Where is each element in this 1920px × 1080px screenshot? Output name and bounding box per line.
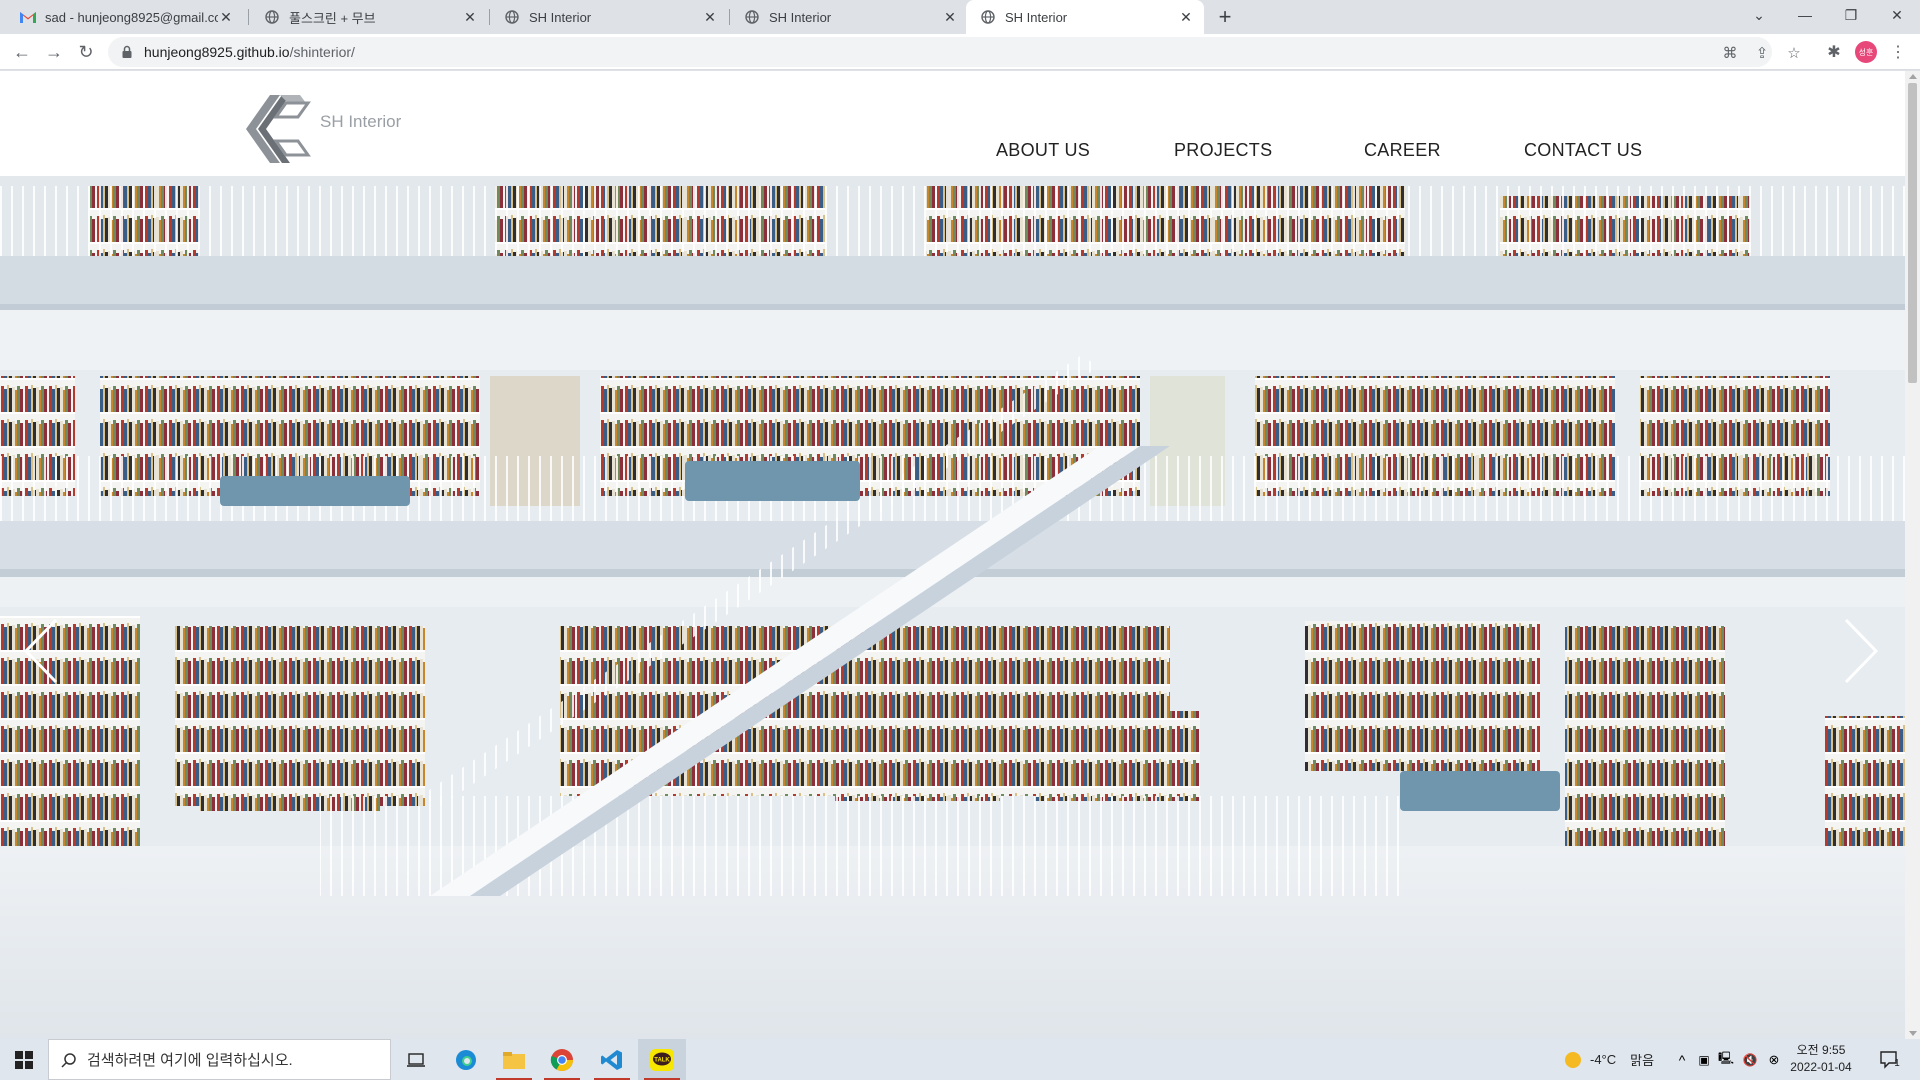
file-explorer-icon[interactable] [490,1039,538,1080]
globe-icon [264,9,280,25]
menu-kebab-icon[interactable]: ⋮ [1884,38,1912,66]
close-tab-icon[interactable]: ✕ [942,9,958,25]
edge-icon[interactable] [442,1039,490,1080]
tab-title: sad - hunjeong8925@gmail.com [45,9,218,25]
weather-widget[interactable]: -4°C 맑음 [1590,1039,1654,1080]
taskbar-clock[interactable]: 오전 9:55 2022-01-04 [1786,1042,1856,1076]
restore-button[interactable]: ❐ [1828,0,1874,30]
vscode-icon[interactable] [588,1039,636,1080]
kakaotalk-icon[interactable]: TALK [638,1039,686,1080]
url-host: hunjeong8925.github.io [144,44,290,60]
clock-date: 2022-01-04 [1790,1060,1852,1074]
scroll-up-icon[interactable] [1909,74,1917,79]
tab-fullscreen-move[interactable]: 풀스크린 + 무브 ✕ [250,0,488,34]
new-tab-button[interactable]: + [1212,4,1238,29]
reload-button[interactable]: ↻ [72,38,100,66]
tab-gmail[interactable]: sad - hunjeong8925@gmail.com ✕ [6,0,244,34]
windows-taskbar: 검색하려면 여기에 입력하십시오. TALK -4°C 맑음 ^ ▣ 🖳 🔇 ⊗… [0,1039,1920,1080]
translate-icon[interactable]: ⌘ [1721,44,1739,62]
task-view-icon[interactable] [392,1039,440,1080]
nav-about-us[interactable]: ABOUT US [996,140,1090,161]
tab-title: 풀스크린 + 무브 [289,10,376,26]
tab-strip: sad - hunjeong8925@gmail.com ✕ 풀스크린 + 무브… [0,0,1920,34]
ime-indicator-icon[interactable]: ⊗ [1764,1039,1784,1080]
weather-text: 맑음 [1630,1053,1655,1068]
library-atrium-photo [0,176,1905,1039]
taskbar-search-box[interactable]: 검색하려면 여기에 입력하십시오. [48,1039,391,1080]
globe-icon [744,9,760,25]
tab-sh-interior-2[interactable]: SH Interior ✕ [730,0,968,34]
network-icon[interactable]: 🖳 [1716,1039,1736,1080]
windows-start-icon[interactable] [0,1039,48,1080]
slider-prev-arrow-icon[interactable] [22,616,62,686]
bookmark-star-icon[interactable]: ☆ [1785,44,1803,62]
tab-title: SH Interior [529,9,592,25]
back-button[interactable]: ← [8,38,36,66]
brand-name: SH Interior [320,112,402,131]
weather-sun-icon[interactable] [1562,1039,1584,1080]
address-bar[interactable]: hunjeong8925.github.io/shinterior/ ⌘ ⇪ ☆ [108,37,1801,67]
nav-career[interactable]: CAREER [1364,140,1441,161]
weather-temp: -4°C [1590,1052,1617,1067]
globe-icon [980,9,996,25]
site-header: SH Interior ABOUT US PROJECTS CAREER CON… [0,71,1905,176]
close-tab-icon[interactable]: ✕ [702,9,718,25]
search-icon [61,1052,76,1068]
tab-title: SH Interior [769,9,832,25]
tab-title: SH Interior [1005,9,1068,25]
lock-icon [122,45,132,58]
browser-toolbar: ← → ↻ hunjeong8925.github.io/shinterior/… [0,34,1920,70]
close-tab-icon[interactable]: ✕ [218,9,234,25]
nav-projects[interactable]: PROJECTS [1174,140,1272,161]
gmail-icon [20,9,36,25]
scroll-down-icon[interactable] [1909,1031,1917,1036]
slider-next-arrow-icon[interactable] [1840,616,1880,686]
tab-sh-interior-1[interactable]: SH Interior ✕ [490,0,728,34]
globe-icon [504,9,520,25]
tab-search-icon[interactable]: ⌄ [1736,0,1782,30]
close-window-button[interactable]: ✕ [1874,0,1920,30]
notification-count: 1 [1894,1058,1900,1069]
tray-app-icon[interactable]: ▣ [1694,1039,1714,1080]
logo-mark-icon [246,95,311,163]
close-tab-icon[interactable]: ✕ [462,9,478,25]
nav-contact-us[interactable]: CONTACT US [1524,140,1642,161]
profile-avatar[interactable]: 성훈 [1855,41,1877,63]
web-page: SH Interior ABOUT US PROJECTS CAREER CON… [0,71,1905,1039]
minimize-button[interactable]: — [1782,0,1828,30]
url-path: /shinterior/ [289,44,355,60]
svg-text:TALK: TALK [654,1057,670,1063]
taskbar-search-placeholder: 검색하려면 여기에 입력하십시오. [87,1052,293,1069]
tab-divider [248,9,249,25]
forward-button[interactable]: → [40,38,68,66]
close-tab-icon[interactable]: ✕ [1178,9,1194,25]
tray-overflow-chevron-icon[interactable]: ^ [1672,1039,1692,1080]
hero-slider [0,176,1905,1039]
page-scrollbar[interactable] [1905,71,1920,1039]
chrome-icon[interactable] [538,1039,586,1080]
share-icon[interactable]: ⇪ [1753,44,1771,62]
site-logo[interactable]: SH Interior [236,89,401,165]
tab-sh-interior-active[interactable]: SH Interior ✕ [966,0,1204,34]
clock-time: 오전 9:55 [1796,1043,1846,1057]
extensions-icon[interactable]: ✱ [1820,38,1848,66]
volume-muted-icon[interactable]: 🔇 [1740,1039,1760,1080]
notification-center-icon[interactable]: 1 [1870,1039,1910,1080]
scroll-thumb[interactable] [1908,83,1917,383]
